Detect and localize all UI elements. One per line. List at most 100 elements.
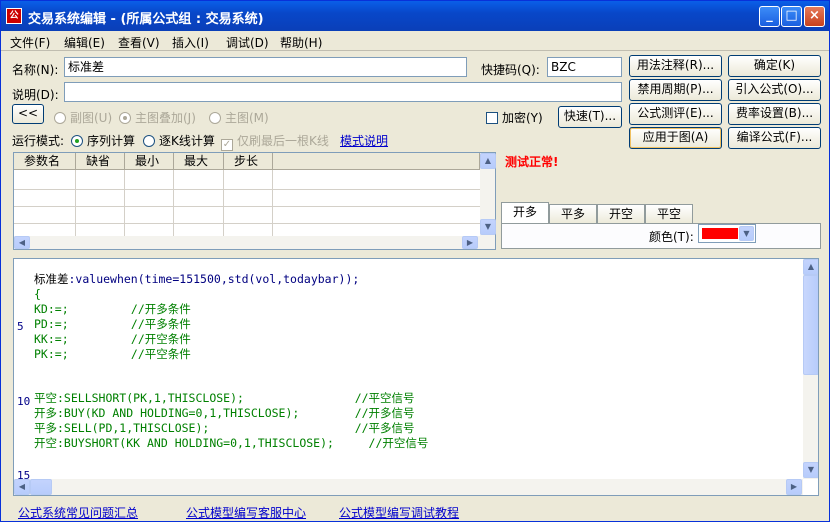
- name-input[interactable]: 标准差: [64, 57, 467, 77]
- params-hscrollbar[interactable]: ◀ ▶: [14, 236, 495, 249]
- disable-period-button[interactable]: 禁用周期(P)...: [629, 79, 722, 101]
- code-text[interactable]: 标准差:valuewhen(time=151500,std(vol,todayb…: [34, 272, 429, 495]
- subchart-radio[interactable]: 副图(U): [54, 109, 112, 126]
- menu-debug[interactable]: 调试(D): [226, 34, 269, 51]
- main-chart-label: 主图(M): [225, 111, 269, 125]
- menu-file[interactable]: 文件(F): [10, 34, 50, 51]
- formula-eval-button[interactable]: 公式测评(E)...: [629, 103, 722, 125]
- line-number: 10: [17, 395, 31, 408]
- code-line: 开空:BUYSHORT(KK AND HOLDING=0,1,THISCLOSE…: [34, 435, 429, 450]
- code-line: 平空:SELLSHORT(PK,1,THISCLOSE); //平空信号: [34, 391, 415, 406]
- grid-line: [14, 189, 480, 190]
- seq-calc-label: 序列计算: [87, 134, 136, 148]
- encrypt-checkbox[interactable]: 加密(Y): [486, 109, 543, 126]
- radio-dot: [54, 112, 66, 124]
- support-center-link[interactable]: 公式模型编写客服中心: [186, 504, 306, 521]
- scroll-down-icon[interactable]: ▼: [803, 462, 818, 478]
- editor-hscrollbar[interactable]: ◀ ▶: [14, 479, 803, 495]
- scroll-right-icon[interactable]: ▶: [462, 236, 478, 249]
- scroll-right-icon[interactable]: ▶: [786, 479, 802, 495]
- param-default-header[interactable]: 缺省: [76, 153, 125, 170]
- code-line: {: [34, 286, 41, 301]
- code-var-name: 标准差: [34, 272, 69, 286]
- ok-button[interactable]: 确定(K): [728, 55, 821, 77]
- scroll-thumb[interactable]: [803, 275, 818, 375]
- desc-label: 说明(D):: [12, 88, 59, 102]
- usage-note-button[interactable]: 用法注释(R)...: [629, 55, 722, 77]
- fast-button[interactable]: 快速(T)...: [558, 106, 622, 128]
- code-line: PK:=; //平空条件: [34, 346, 191, 361]
- menu-bar: 文件(F) 编辑(E) 查看(V) 插入(I) 调试(D) 帮助(H): [1, 31, 829, 51]
- params-table[interactable]: 参数名 缺省 最小 最大 步长 ▲ ▼ ◀ ▶: [13, 152, 496, 250]
- grid-line: [173, 170, 174, 236]
- param-max-header[interactable]: 最大: [174, 153, 224, 170]
- tab-close-short[interactable]: 平空: [645, 204, 693, 224]
- scroll-left-icon[interactable]: ◀: [14, 236, 30, 249]
- main-overlay-radio[interactable]: 主图叠加(J): [119, 109, 196, 126]
- collapse-button[interactable]: <<: [12, 104, 44, 124]
- radio-dot: [143, 135, 155, 147]
- checkbox-box: ✓: [221, 139, 233, 151]
- minimize-button[interactable]: _: [759, 6, 780, 27]
- faq-link[interactable]: 公式系统常见问题汇总: [18, 504, 138, 521]
- tab-open-long[interactable]: 开多: [501, 202, 549, 224]
- shortcut-label: 快捷码(Q):: [481, 63, 540, 77]
- scroll-thumb[interactable]: [30, 479, 52, 495]
- param-step-header[interactable]: 步长: [224, 153, 273, 170]
- tab-close-long[interactable]: 平多: [549, 204, 597, 224]
- menu-view[interactable]: 查看(V): [118, 34, 160, 51]
- kline-calc-label: 逐K线计算: [159, 134, 215, 148]
- title-bar[interactable]: 公 交易系统编辑 - (所属公式组 : 交易系统) _ □ ×: [1, 1, 829, 31]
- close-button[interactable]: ×: [804, 6, 825, 27]
- scroll-up-icon[interactable]: ▲: [803, 259, 818, 275]
- code-line: 平多:SELL(PD,1,THISCLOSE); //平多信号: [34, 421, 415, 436]
- name-label: 名称(N):: [12, 63, 59, 77]
- radio-dot: [119, 112, 131, 124]
- scroll-down-icon[interactable]: ▼: [480, 219, 496, 235]
- refresh-last-label: 仅刷最后一根K线: [237, 134, 329, 148]
- subchart-label: 副图(U): [70, 111, 113, 125]
- run-mode-label: 运行模式:: [12, 134, 65, 148]
- grid-line: [124, 170, 125, 236]
- refresh-last-checkbox[interactable]: ✓ 仅刷最后一根K线: [221, 132, 329, 151]
- code-expression: :valuewhen(time=151500,std(vol,todaybar)…: [68, 272, 360, 286]
- compile-formula-button[interactable]: 编译公式(F)...: [728, 127, 821, 149]
- grid-line: [14, 223, 480, 224]
- fee-settings-button[interactable]: 费率设置(B)...: [728, 103, 821, 125]
- shortcut-input[interactable]: BZC: [547, 57, 622, 77]
- line-number-gutter: 5 10 15: [14, 259, 32, 482]
- main-chart-radio[interactable]: 主图(M): [209, 109, 269, 126]
- tutorial-link[interactable]: 公式模型编写调试教程: [339, 504, 459, 521]
- scroll-left-icon[interactable]: ◀: [14, 479, 30, 495]
- param-blank-header: [273, 153, 480, 170]
- code-line: KK:=; //开空条件: [34, 331, 191, 346]
- kline-calc-radio[interactable]: 逐K线计算: [143, 132, 215, 149]
- editor-vscrollbar[interactable]: ▲ ▼: [803, 259, 818, 479]
- menu-help[interactable]: 帮助(H): [280, 34, 322, 51]
- maximize-button[interactable]: □: [781, 6, 802, 27]
- chevron-down-icon[interactable]: ▼: [739, 226, 754, 241]
- scroll-up-icon[interactable]: ▲: [480, 153, 496, 169]
- color-select[interactable]: ▼: [698, 224, 756, 243]
- menu-insert[interactable]: 插入(I): [172, 34, 209, 51]
- code-editor[interactable]: 5 10 15 标准差:valuewhen(time=151500,std(vo…: [13, 258, 819, 496]
- window-title: 交易系统编辑 - (所属公式组 : 交易系统): [28, 12, 264, 27]
- tab-open-short[interactable]: 开空: [597, 204, 645, 224]
- radio-dot: [71, 135, 83, 147]
- seq-calc-radio[interactable]: 序列计算: [71, 132, 135, 149]
- param-name-header[interactable]: 参数名: [14, 153, 76, 170]
- line-number: 5: [17, 320, 24, 333]
- mode-help-link[interactable]: 模式说明: [340, 132, 388, 149]
- param-min-header[interactable]: 最小: [125, 153, 174, 170]
- grid-line: [223, 170, 224, 236]
- checkbox-box: [486, 112, 498, 124]
- import-formula-button[interactable]: 引入公式(O)...: [728, 79, 821, 101]
- desc-input[interactable]: [64, 82, 622, 102]
- params-vscrollbar[interactable]: ▲ ▼: [480, 153, 496, 236]
- color-swatch: [702, 228, 738, 239]
- radio-dot: [209, 112, 221, 124]
- apply-to-chart-button[interactable]: 应用于图(A): [629, 127, 722, 149]
- menu-edit[interactable]: 编辑(E): [64, 34, 105, 51]
- app-icon: 公: [6, 8, 22, 24]
- code-line: PD:=; //平多条件: [34, 316, 191, 331]
